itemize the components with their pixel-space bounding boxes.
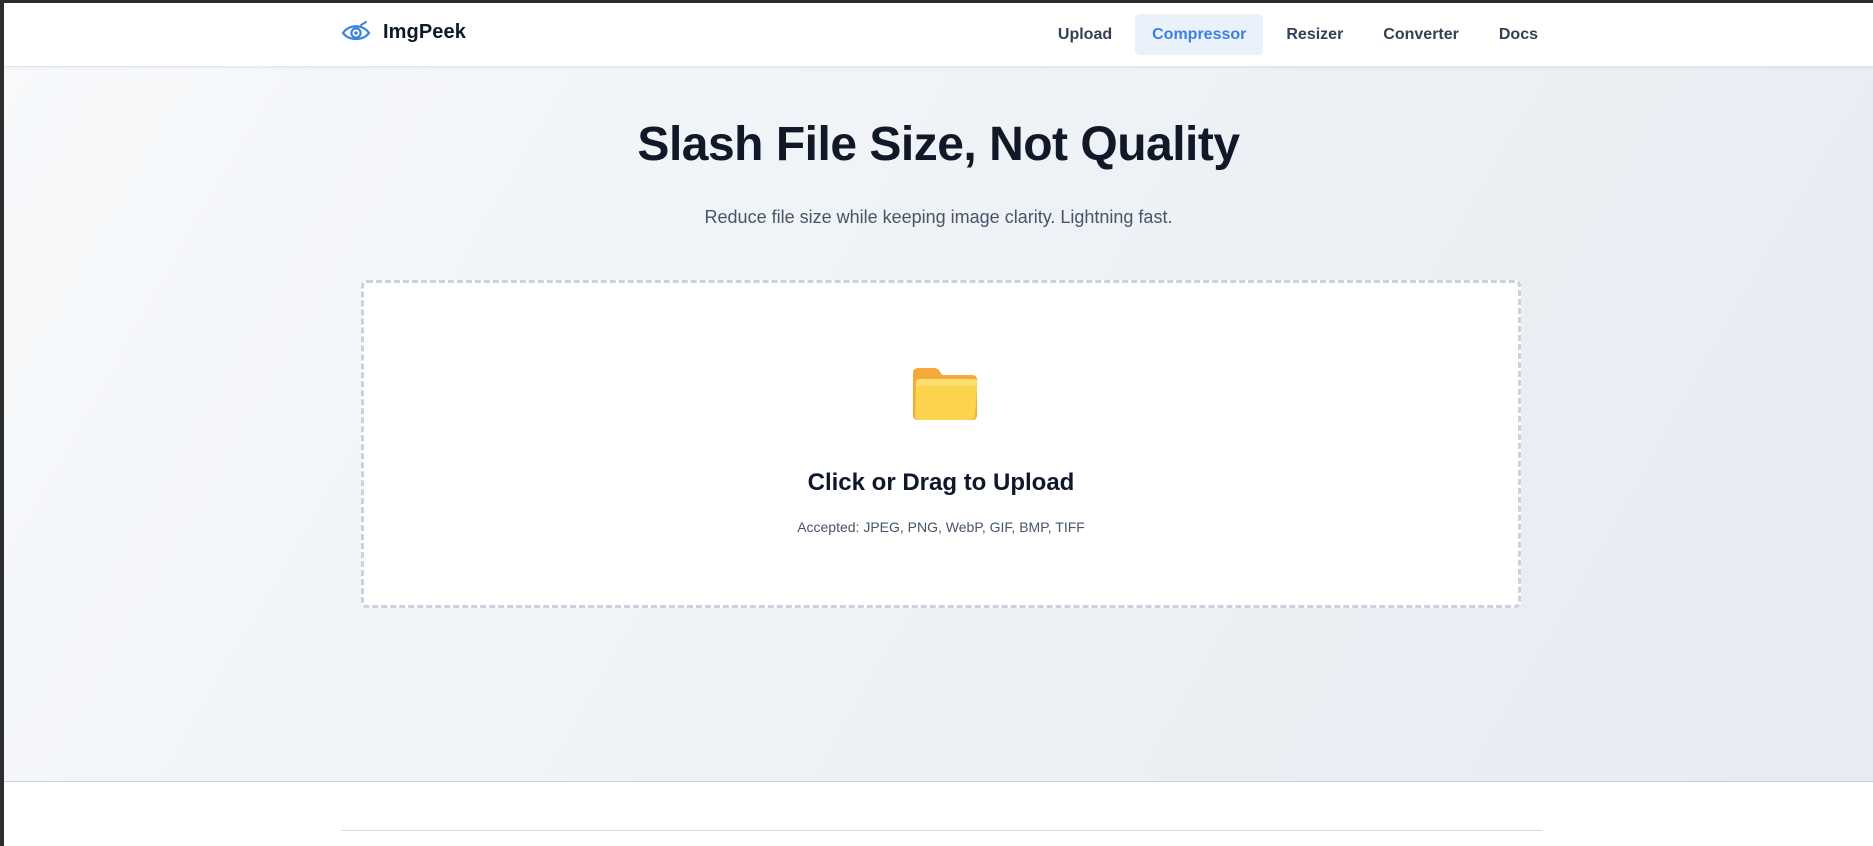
upload-dropzone[interactable]: Click or Drag to Upload Accepted: JPEG, … — [361, 280, 1521, 608]
footer-divider — [341, 830, 1542, 831]
accepted-formats: Accepted: JPEG, PNG, WebP, GIF, BMP, TIF… — [797, 519, 1085, 535]
hero-section: Slash File Size, Not Quality Reduce file… — [4, 67, 1873, 782]
nav-converter[interactable]: Converter — [1366, 14, 1476, 55]
main-nav: Upload Compressor Resizer Converter Docs — [1041, 14, 1555, 55]
browser-viewport: ImgPeek Upload Compressor Resizer Conver… — [0, 0, 1873, 846]
folder-icon — [913, 368, 978, 420]
nav-docs[interactable]: Docs — [1482, 14, 1555, 55]
nav-upload[interactable]: Upload — [1041, 14, 1129, 55]
eye-logo-icon — [341, 21, 371, 41]
top-navbar: ImgPeek Upload Compressor Resizer Conver… — [4, 3, 1873, 67]
nav-resizer[interactable]: Resizer — [1269, 14, 1360, 55]
nav-compressor[interactable]: Compressor — [1135, 14, 1264, 55]
brand[interactable]: ImgPeek — [341, 20, 466, 44]
dropzone-title: Click or Drag to Upload — [807, 469, 1075, 496]
page-title: Slash File Size, Not Quality — [637, 118, 1240, 171]
brand-name: ImgPeek — [383, 20, 466, 43]
page-subtitle: Reduce file size while keeping image cla… — [704, 207, 1173, 227]
